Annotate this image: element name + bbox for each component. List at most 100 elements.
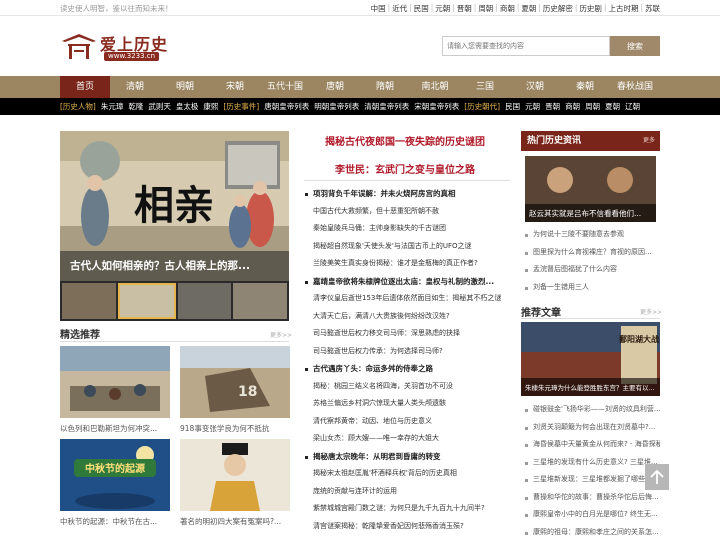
card-caption[interactable]: 918事变张学良为何不抵抗: [180, 423, 290, 434]
featured-more-link[interactable]: 更多>>: [270, 330, 292, 339]
hero-slider[interactable]: 相亲 古代人如何相亲的？古人相亲上的那...: [60, 131, 289, 321]
subnav-link[interactable]: 皇太极: [176, 101, 199, 112]
top-link[interactable]: 商朝: [500, 3, 515, 14]
nav-item[interactable]: 宋朝: [210, 76, 260, 98]
top-link[interactable]: 上古时期: [608, 3, 638, 14]
subnav-link[interactable]: 元朝: [525, 101, 540, 112]
featured-card[interactable]: 著名的明初四大案有冤案吗?...: [180, 439, 290, 527]
top-link[interactable]: 中国: [371, 3, 386, 14]
news-item[interactable]: 庞统的贡献与连环计的运用: [304, 483, 510, 501]
news-item[interactable]: 揭秘宋太祖赵匡胤'杯酒释兵权'背后的历史真相: [304, 465, 510, 483]
hot-news-item[interactable]: 为何说十三陵不要随意去参观: [521, 226, 660, 244]
site-logo[interactable]: 爱上历史 www.3233.cn: [60, 30, 172, 64]
top-link[interactable]: 民国: [414, 3, 429, 14]
news-item[interactable]: 清宫谜案揭秘：乾隆挚爱香妃因何悲殇香消玉殒?: [304, 518, 510, 536]
recommended-item[interactable]: 三星堆的发现有什么历史意义? 三星堆...: [521, 454, 660, 472]
top-link[interactable]: 苏联: [645, 3, 660, 14]
nav-item[interactable]: 五代十国: [260, 76, 310, 98]
news-item[interactable]: 秦始皇陵兵马俑：主帅身影缺失的千古谜团: [304, 220, 510, 238]
recommended-item[interactable]: 刘贤关羽颠簸为何会出现在刘贤墓中?...: [521, 419, 660, 437]
nav-item[interactable]: 唐朝: [310, 76, 360, 98]
news-item[interactable]: 苏格兰偏远乡村洞穴惊现大量人类头颅遗骸: [304, 395, 510, 413]
subnav-link[interactable]: 乾隆: [128, 101, 143, 112]
news-item[interactable]: 清李仪皇后逝世153年后遗体依然面目如生：揭秘其不朽之谜: [304, 290, 510, 308]
top-link[interactable]: 周朝: [478, 3, 493, 14]
news-item[interactable]: 紫禁城城宫殿门数之谜：为何只是九千九百九十九间半?: [304, 500, 510, 518]
recommended-item[interactable]: 康熙皇帝小中的白月光是哪位? 终生无...: [521, 506, 660, 524]
hot-news-image[interactable]: 赵云其实就是吕布不信看看他们...: [525, 156, 656, 222]
news-item[interactable]: 兰陵美笑生真实身份揭秘：谁才是金瓶梅的真正作者?: [304, 255, 510, 273]
hot-news-more-link[interactable]: 更多: [643, 131, 655, 151]
hot-news-item[interactable]: 孟浣督后图福犹了什么内容: [521, 261, 660, 279]
featured-card[interactable]: 中秋节的起源 中秋节的起源：中秋节在古...: [60, 439, 170, 527]
search-input[interactable]: [442, 36, 610, 56]
headline-link[interactable]: 李世民：玄武门之变与皇位之路: [300, 161, 510, 176]
card-caption[interactable]: 以色列和巴勒斯坦为何冲突...: [60, 423, 170, 434]
search-button[interactable]: 搜索: [610, 36, 660, 56]
news-item[interactable]: 梁山女杰：顾大嫂——唯一幸存的大姐大: [304, 430, 510, 448]
card-caption[interactable]: 中秋节的起源：中秋节在古...: [60, 516, 170, 527]
nav-item[interactable]: 汉朝: [510, 76, 560, 98]
headline-link[interactable]: 揭秘古代夜郎国一夜失踪的历史谜团: [300, 133, 510, 148]
subnav-link[interactable]: 辽朝: [625, 101, 640, 112]
news-headline[interactable]: 项羽背负千年误解：并未火烧阿房宫的真相: [304, 185, 510, 203]
subnav-category[interactable]: [历史朝代]: [464, 101, 500, 112]
nav-item[interactable]: 明朝: [160, 76, 210, 98]
recommended-item[interactable]: 三星堆新发现：三星堆都发掘了哪些文...: [521, 471, 660, 489]
news-headline[interactable]: 古代遇房丫头：命运多舛的侍奉之路: [304, 360, 510, 378]
hero-thumb[interactable]: [233, 283, 287, 319]
news-item[interactable]: 大清天亡后，满清八大贵族後何纷纷改汉姓?: [304, 308, 510, 326]
top-link[interactable]: 晋朝: [457, 3, 472, 14]
top-link[interactable]: 历史剧: [579, 3, 602, 14]
recommended-item[interactable]: 海昏侯墓中天量黄金从何而来? - 海昏探秘: [521, 436, 660, 454]
subnav-link[interactable]: 民国: [505, 101, 520, 112]
nav-item[interactable]: 首页: [60, 76, 110, 98]
featured-card[interactable]: 18 918事变张学良为何不抵抗: [180, 346, 290, 434]
hero-thumb[interactable]: [178, 283, 232, 319]
nav-item[interactable]: 春秋战国: [610, 76, 660, 98]
nav-item[interactable]: 清朝: [110, 76, 160, 98]
recommended-item[interactable]: 曹操和华佗的故事：曹操杀华佗后后悔...: [521, 489, 660, 507]
subnav-link[interactable]: 夏朝: [605, 101, 620, 112]
nav-item[interactable]: 三国: [460, 76, 510, 98]
subnav-category[interactable]: [历史人物]: [60, 101, 96, 112]
card-caption[interactable]: 著名的明初四大案有冤案吗?...: [180, 516, 290, 527]
hero-thumb[interactable]: [62, 283, 116, 319]
recommended-image[interactable]: 鄱阳湖大战 朱棣朱元璋为什么能登胜胜东宫？主要有以...: [521, 322, 652, 396]
news-item[interactable]: 揭秘：桃园三结义名将四海，关羽首功不可没: [304, 378, 510, 396]
news-item[interactable]: 司马懿逝世后权力移交司马师：深思熟虑的抉择: [304, 325, 510, 343]
news-headline[interactable]: 揭秘唐太宗晚年：从明君到昏庸的转变: [304, 448, 510, 466]
subnav-link[interactable]: 清朝皇帝列表: [364, 101, 409, 112]
recommended-item[interactable]: 康熙的祖母：康熙和孝庄之间的关系怎...: [521, 524, 660, 541]
subnav-link[interactable]: 唐朝皇帝列表: [264, 101, 309, 112]
news-headline[interactable]: 嘉靖皇帝欲将朱棣牌位逐出太庙：皇权与礼制的激烈...: [304, 273, 510, 291]
news-item[interactable]: 中国古代大救频繁，但十恶重犯所朝不赦: [304, 203, 510, 221]
top-link[interactable]: 夏朝: [521, 3, 536, 14]
news-item[interactable]: 揭秘超自然现象'天使头发'与法国古币上的UFO之谜: [304, 238, 510, 256]
subnav-link[interactable]: 晋朝: [545, 101, 560, 112]
recommended-item[interactable]: 碰银鼓金'飞扬华彩——刘贤的纹具利营...: [521, 401, 660, 419]
top-link[interactable]: 元朝: [435, 3, 450, 14]
nav-item[interactable]: 南北朝: [410, 76, 460, 98]
back-to-top-button[interactable]: [645, 464, 669, 490]
subnav-category[interactable]: [历史事件]: [223, 101, 259, 112]
hot-news-item[interactable]: 刘备一生错用三人: [521, 279, 660, 297]
hero-thumb[interactable]: [118, 283, 176, 319]
recommended-more-link[interactable]: 更多>>: [640, 307, 662, 316]
top-link[interactable]: 近代: [392, 3, 407, 14]
hero-caption[interactable]: 古代人如何相亲的？古人相亲上的那...: [60, 251, 289, 281]
nav-item[interactable]: 秦朝: [560, 76, 610, 98]
subnav-link[interactable]: 宋朝皇帝列表: [414, 101, 459, 112]
nav-item[interactable]: 隋朝: [360, 76, 410, 98]
subnav-link[interactable]: 周朝: [585, 101, 600, 112]
hot-news-item[interactable]: 图里探为什么育视裸庄？育视的原因...: [521, 244, 660, 262]
news-item[interactable]: 清代察邦黄帝：动因、地位与历史意义: [304, 413, 510, 431]
subnav-link[interactable]: 朱元璋: [101, 101, 124, 112]
subnav-link[interactable]: 明朝皇帝列表: [314, 101, 359, 112]
top-link[interactable]: 历史解密: [543, 3, 573, 14]
featured-card[interactable]: 以色列和巴勒斯坦为何冲突...: [60, 346, 170, 434]
news-item[interactable]: 司马懿逝世后权力传承：为何选择司马师?: [304, 343, 510, 361]
subnav-link[interactable]: 康熙: [203, 101, 218, 112]
subnav-link[interactable]: 武则天: [148, 101, 171, 112]
subnav-link[interactable]: 商朝: [565, 101, 580, 112]
